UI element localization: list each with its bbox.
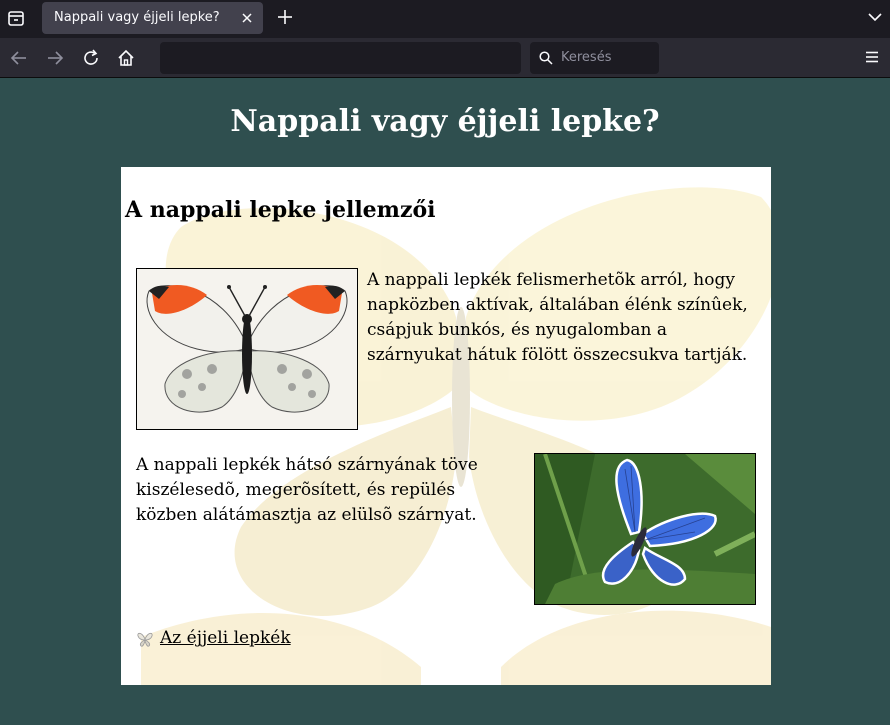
paragraph-hindwing: A nappali lepkék hátsó szárnyának töve k…: [136, 455, 478, 525]
reload-icon[interactable]: [81, 48, 101, 68]
close-icon[interactable]: [238, 9, 256, 27]
section-heading: A nappali lepke jellemzői: [125, 197, 436, 223]
search-icon: [539, 51, 553, 65]
home-icon[interactable]: [116, 48, 136, 68]
chevron-down-icon[interactable]: [866, 8, 884, 26]
search-placeholder: Keresés: [561, 50, 612, 65]
active-tab[interactable]: Nappali vagy éjjeli lepke?: [42, 2, 263, 34]
page-title: Nappali vagy éjjeli lepke?: [230, 104, 660, 139]
new-tab-plus-icon[interactable]: [275, 7, 295, 27]
back-arrow-icon[interactable]: [9, 48, 29, 68]
tab-bar: Nappali vagy éjjeli lepke?: [0, 0, 890, 38]
tab-title: Nappali vagy éjjeli lepke?: [54, 10, 220, 25]
paragraph-day-butterfly-features: A nappali lepkék felismerhetõk arról, ho…: [367, 270, 748, 365]
search-bar[interactable]: Keresés: [530, 42, 659, 74]
url-bar[interactable]: [160, 42, 521, 74]
night-moths-link[interactable]: Az éjjeli lepkék: [160, 628, 291, 648]
content-panel: A nappali lepke jellemzői A nappali lepk…: [121, 167, 771, 685]
navigation-toolbar: Keresés: [0, 38, 890, 78]
tab-list-icon[interactable]: [6, 8, 26, 28]
blue-butterfly-photo: [534, 453, 756, 605]
orange-tip-butterfly-photo: [136, 268, 358, 430]
butterfly-icon: [137, 632, 153, 647]
forward-arrow-icon[interactable]: [45, 48, 65, 68]
hamburger-menu-icon[interactable]: [863, 48, 881, 66]
